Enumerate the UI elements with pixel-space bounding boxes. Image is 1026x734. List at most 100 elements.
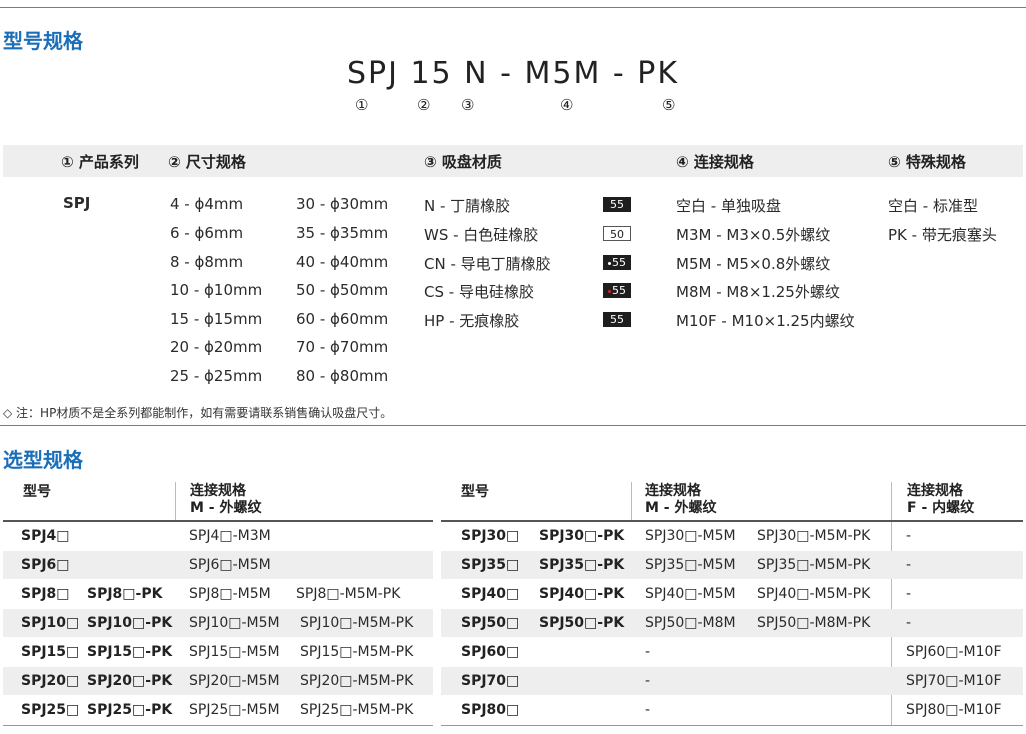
connection-cell: SPJ50□-M8M <box>645 615 736 631</box>
size-item: 4 - ϕ4mm <box>170 195 244 213</box>
connection-cell: SPJ4□-M3M <box>189 528 271 544</box>
connection-cell: SPJ20□-M5M <box>189 673 280 689</box>
connection-cell: - <box>645 702 651 718</box>
connection-cell: SPJ40□-M5M <box>645 586 736 602</box>
connection-cell: SPJ10□-M5M <box>189 615 280 631</box>
table-row: SPJ15□ SPJ15□-PK SPJ15□-M5M SPJ15□-M5M-P… <box>3 638 433 666</box>
connection-item: M10F - M10×1.25内螺纹 <box>676 312 855 330</box>
model-pk-cell: SPJ15□-PK <box>87 644 173 660</box>
model-pk-cell: SPJ40□-PK <box>539 586 625 602</box>
header-separator <box>175 482 176 520</box>
connection-item: 空白 - 单独吸盘 <box>676 197 781 215</box>
conductive-dot-icon <box>608 289 611 293</box>
size-item: 8 - ϕ8mm <box>170 253 244 271</box>
size-item: 20 - ϕ20mm <box>170 338 263 356</box>
table-header-model: 型号 <box>461 484 489 500</box>
hardness-badge: 55 <box>603 312 631 327</box>
model-cell: SPJ8□ <box>21 586 70 602</box>
spec-header-bar <box>3 145 1023 177</box>
table-row: SPJ35□ SPJ35□-PK SPJ35□-M5M SPJ35□-M5M-P… <box>441 551 1023 579</box>
table-row: SPJ80□ - SPJ80□-M10F <box>441 696 1023 724</box>
connection-cell: SPJ25□-M5M <box>189 702 280 718</box>
model-cell: SPJ50□ <box>461 615 520 631</box>
model-code-example: SPJ 15 N - M5M - PK <box>346 56 680 91</box>
table-header-connection-f: 连接规格 <box>907 483 963 499</box>
model-cell: SPJ35□ <box>461 557 520 573</box>
table-header-connection: 连接规格 <box>190 483 246 499</box>
connection-item: M5M - M5×0.8外螺纹 <box>676 255 831 273</box>
table-row: SPJ10□ SPJ10□-PK SPJ10□-M5M SPJ10□-M5M-P… <box>3 609 433 637</box>
table-row: SPJ4□ SPJ4□-M3M <box>3 522 433 550</box>
size-item: 40 - ϕ40mm <box>296 253 389 271</box>
material-item: N - 丁腈橡胶 <box>424 197 511 215</box>
header-pad-material: ③ 吸盘材质 <box>424 153 502 171</box>
connection-f-cell: - <box>906 586 912 602</box>
product-series-value: SPJ <box>63 194 91 212</box>
table-header-model: 型号 <box>23 484 51 500</box>
connection-f-cell: SPJ70□-M10F <box>906 673 1002 689</box>
model-cell: SPJ6□ <box>21 557 70 573</box>
connection-pk-cell: SPJ20□-M5M-PK <box>300 673 414 689</box>
connection-f-cell: SPJ60□-M10F <box>906 644 1002 660</box>
table-row: SPJ25□ SPJ25□-PK SPJ25□-M5M SPJ25□-M5M-P… <box>3 696 433 724</box>
material-note: ◇ 注：HP材质不是全系列都能制作，如有需要请联系销售确认吸盘尺寸。 <box>3 406 393 420</box>
special-item: 空白 - 标准型 <box>888 197 978 215</box>
header-connection-spec: ④ 连接规格 <box>676 153 754 171</box>
model-pk-cell: SPJ20□-PK <box>87 673 173 689</box>
table-header-connection-type: M - 外螺纹 <box>190 500 262 516</box>
marker-1: ① <box>355 96 369 114</box>
connection-pk-cell: SPJ15□-M5M-PK <box>300 644 414 660</box>
model-pk-cell: SPJ30□-PK <box>539 528 625 544</box>
connection-pk-cell: SPJ8□-M5M-PK <box>296 586 401 602</box>
table-header-connection-f-type: F - 内螺纹 <box>907 500 975 516</box>
connection-cell: SPJ6□-M5M <box>189 557 271 573</box>
table-header-connection-type: M - 外螺纹 <box>645 500 717 516</box>
connection-pk-cell: SPJ40□-M5M-PK <box>757 586 871 602</box>
model-cell: SPJ70□ <box>461 673 520 689</box>
model-pk-cell: SPJ35□-PK <box>539 557 625 573</box>
table-row: SPJ70□ - SPJ70□-M10F <box>441 667 1023 695</box>
hardness-badge: 50 <box>603 226 631 241</box>
section-divider <box>0 425 1026 426</box>
section-title-selection: 选型规格 <box>3 448 83 472</box>
model-cell: SPJ80□ <box>461 702 520 718</box>
model-cell: SPJ60□ <box>461 644 520 660</box>
table-row: SPJ8□ SPJ8□-PK SPJ8□-M5M SPJ8□-M5M-PK <box>3 580 433 608</box>
header-size-spec: ② 尺寸规格 <box>168 153 246 171</box>
connection-pk-cell: SPJ35□-M5M-PK <box>757 557 871 573</box>
size-item: 15 - ϕ15mm <box>170 310 263 328</box>
connection-item: M8M - M8×1.25外螺纹 <box>676 283 840 301</box>
material-item: WS - 白色硅橡胶 <box>424 226 539 244</box>
connection-cell: SPJ15□-M5M <box>189 644 280 660</box>
model-pk-cell: SPJ10□-PK <box>87 615 173 631</box>
connection-pk-cell: SPJ25□-M5M-PK <box>300 702 414 718</box>
header-separator <box>631 482 632 520</box>
marker-2: ② <box>417 96 431 114</box>
table-row: SPJ40□ SPJ40□-PK SPJ40□-M5M SPJ40□-M5M-P… <box>441 580 1023 608</box>
header-special-spec: ⑤ 特殊规格 <box>888 153 966 171</box>
connection-cell: SPJ30□-M5M <box>645 528 736 544</box>
connection-f-cell: SPJ80□-M10F <box>906 702 1002 718</box>
connection-f-cell: - <box>906 615 912 631</box>
model-cell: SPJ4□ <box>21 528 70 544</box>
table-row: SPJ60□ - SPJ60□-M10F <box>441 638 1023 666</box>
connection-cell: SPJ35□-M5M <box>645 557 736 573</box>
material-item: CN - 导电丁腈橡胶 <box>424 255 551 273</box>
table-row: SPJ30□ SPJ30□-PK SPJ30□-M5M SPJ30□-M5M-P… <box>441 522 1023 550</box>
connection-cell: SPJ8□-M5M <box>189 586 271 602</box>
model-cell: SPJ10□ <box>21 615 80 631</box>
connection-pk-cell: SPJ10□-M5M-PK <box>300 615 414 631</box>
size-item: 50 - ϕ50mm <box>296 281 389 299</box>
size-item: 80 - ϕ80mm <box>296 367 389 385</box>
table-bottom-rule <box>3 725 433 726</box>
table-bottom-rule <box>441 725 1023 726</box>
connection-item: M3M - M3×0.5外螺纹 <box>676 226 831 244</box>
model-cell: SPJ40□ <box>461 586 520 602</box>
hardness-badge: 55 <box>603 197 631 212</box>
model-pk-cell: SPJ50□-PK <box>539 615 625 631</box>
connection-f-cell: - <box>906 528 912 544</box>
model-cell: SPJ25□ <box>21 702 80 718</box>
model-pk-cell: SPJ25□-PK <box>87 702 173 718</box>
material-item: HP - 无痕橡胶 <box>424 312 520 330</box>
size-item: 6 - ϕ6mm <box>170 224 244 242</box>
